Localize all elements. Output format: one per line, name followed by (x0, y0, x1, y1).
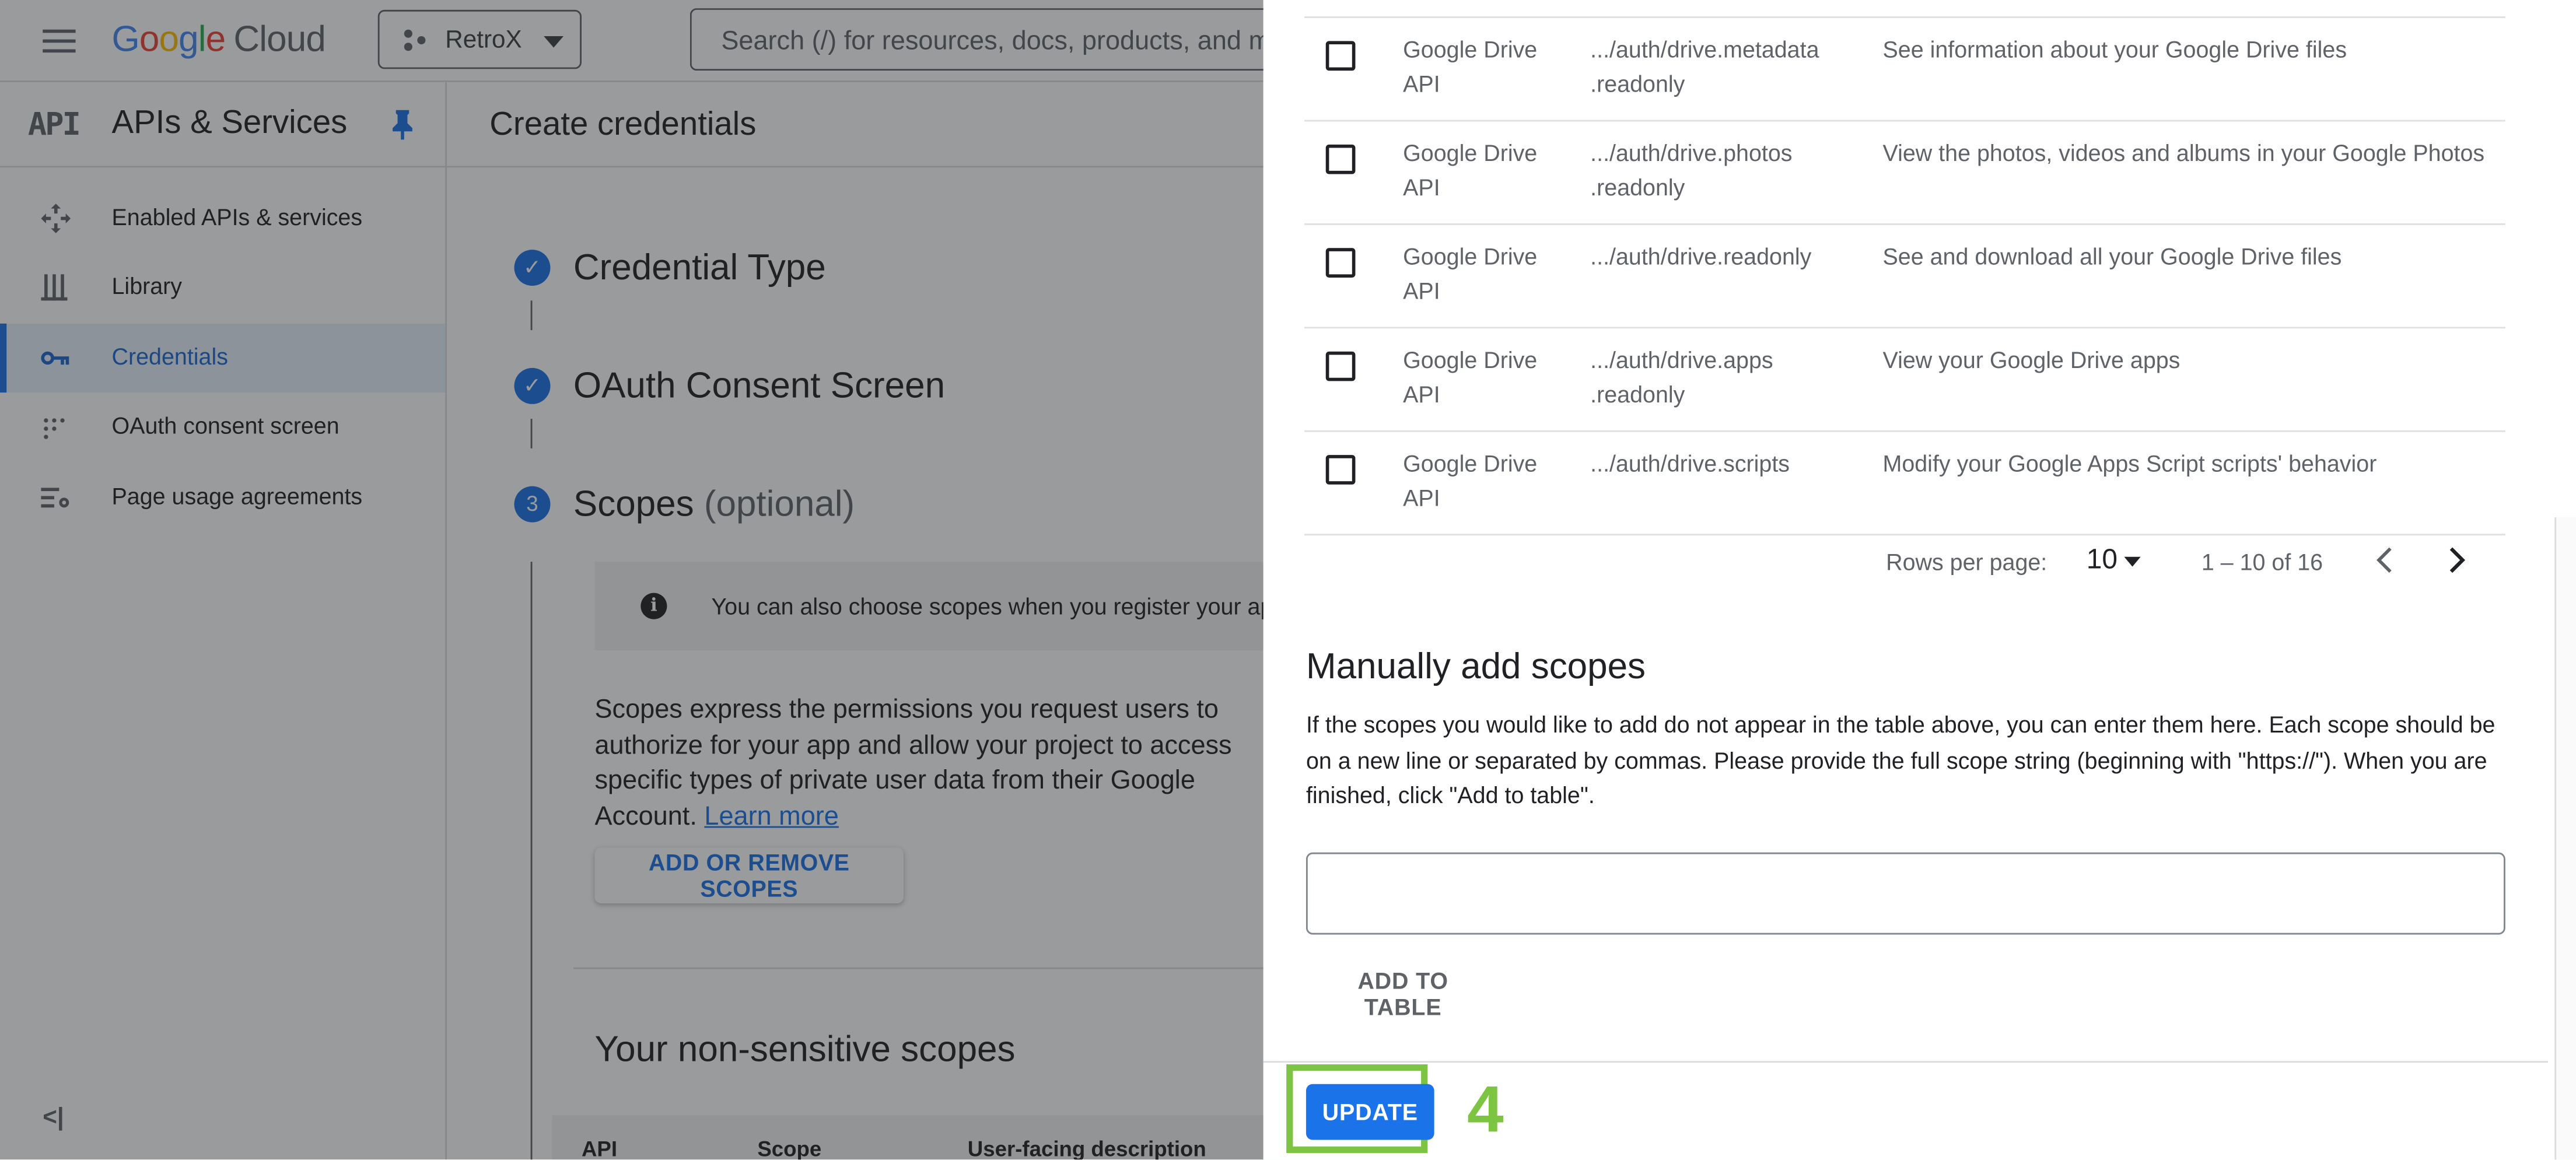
row-description: Modify your Google Apps Script scripts' … (1882, 450, 2377, 476)
pagination-range: 1 – 10 of 16 (2201, 548, 2323, 575)
rows-per-page-value: 10 (2086, 544, 2118, 575)
row-api: Google Drive API (1403, 36, 1538, 97)
row-checkbox[interactable] (1325, 351, 1356, 381)
manual-scopes-input[interactable] (1306, 852, 2505, 935)
manually-add-scopes-title: Manually add scopes (1306, 645, 1646, 687)
row-api: Google Drive API (1403, 243, 1538, 304)
modal-backdrop[interactable] (0, 0, 1264, 1160)
update-button[interactable]: UPDATE (1306, 1084, 1434, 1140)
row-checkbox[interactable] (1325, 144, 1356, 174)
row-checkbox[interactable] (1325, 41, 1356, 71)
row-checkbox[interactable] (1325, 455, 1356, 485)
table-row: Google Drive API .../auth/drive.apps .re… (1304, 328, 2505, 432)
row-scope: .../auth/drive.apps .readonly (1590, 346, 1773, 408)
rows-per-page-label: Rows per page: (1886, 548, 2048, 575)
dropdown-arrow-icon (2124, 556, 2141, 566)
row-scope: .../auth/drive.photos .readonly (1590, 139, 1793, 201)
update-scopes-panel: Google Drive API .../auth/drive.metadata… (1263, 0, 2576, 1160)
manually-add-scopes-help: If the scopes you would like to add do n… (1306, 711, 2496, 808)
row-checkbox[interactable] (1325, 248, 1356, 278)
row-api: Google Drive API (1403, 450, 1538, 511)
footer-divider (1263, 1061, 2549, 1063)
panel-scrollbar[interactable] (2554, 517, 2576, 1160)
previous-page-icon[interactable] (2372, 545, 2399, 575)
table-row: Google Drive API .../auth/drive.photos .… (1304, 121, 2505, 225)
row-scope: .../auth/drive.readonly (1590, 243, 1812, 269)
row-description: View the photos, videos and albums in yo… (1882, 139, 2485, 166)
table-row: Google Drive API .../auth/drive.readonly… (1304, 225, 2505, 329)
row-scope: .../auth/drive.metadata .readonly (1590, 36, 1819, 97)
annotation-step-number: 4 (1466, 1074, 1504, 1147)
row-description: See and download all your Google Drive f… (1882, 243, 2342, 269)
rows-per-page-select[interactable]: 10 (2087, 544, 2141, 576)
screen: GoogleCloud RetroX API APIs & Services E… (0, 0, 2576, 1160)
row-api: Google Drive API (1403, 139, 1538, 201)
next-page-icon[interactable] (2443, 545, 2469, 575)
row-api: Google Drive API (1403, 346, 1538, 408)
row-description: View your Google Drive apps (1882, 346, 2180, 373)
table-row: Google Drive API .../auth/drive.metadata… (1304, 18, 2505, 122)
row-description: See information about your Google Drive … (1882, 36, 2347, 63)
row-scope: .../auth/drive.scripts (1590, 450, 1790, 476)
table-row: Google Drive API .../auth/drive.scripts … (1304, 432, 2505, 536)
add-to-table-button[interactable]: ADD TO TABLE (1306, 966, 1500, 1020)
